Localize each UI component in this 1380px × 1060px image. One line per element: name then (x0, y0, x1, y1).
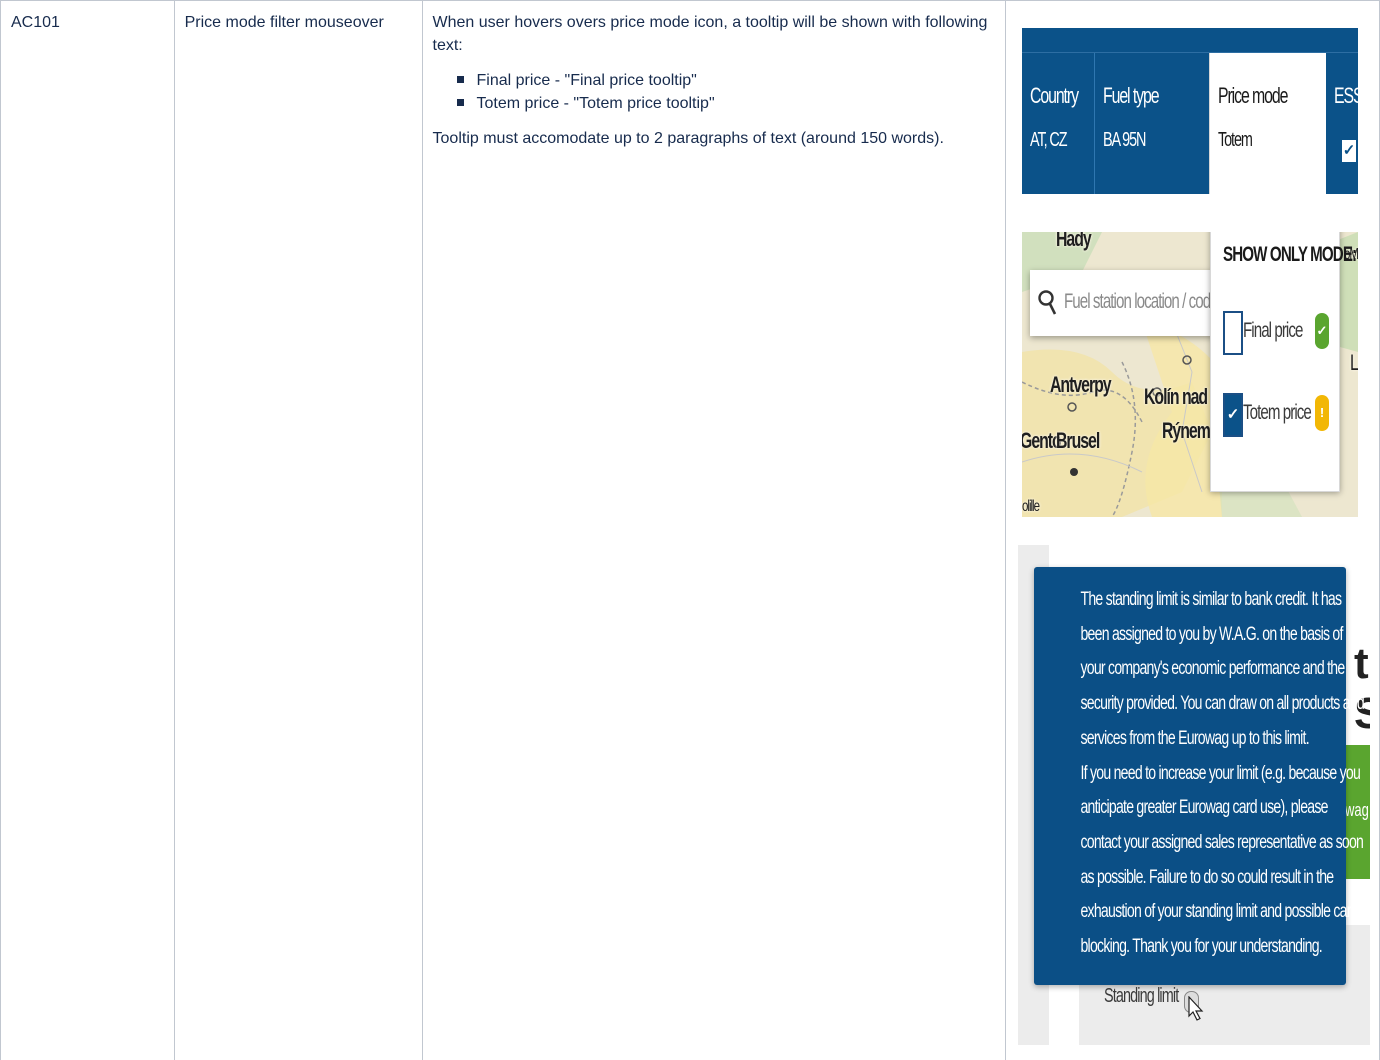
map-label-olille: olille (1022, 498, 1040, 515)
tooltip-line: If you need to increase your limit (e.g.… (1080, 762, 1361, 784)
totem-price-label[interactable]: Totem price (1243, 401, 1312, 425)
description-cell: When user hovers overs price mode icon, … (421, 0, 1006, 1060)
map-label-li: Li (1350, 350, 1358, 375)
header-screenshot: Country AT, CZ Fuel type BA 95N Price mo… (1022, 28, 1358, 194)
ess-label: ESS (1334, 83, 1358, 108)
name-cell: Price mode filter mouseover (173, 0, 423, 1060)
fuel-type-column: Fuel type BA 95N (1095, 53, 1209, 194)
exclamation-icon: ! (1315, 395, 1329, 431)
tooltip-line: The standing limit is similar to bank cr… (1080, 589, 1342, 610)
totem-price-checkbox[interactable]: ✓ (1223, 393, 1243, 437)
fuel-type-value: BA 95N (1103, 129, 1146, 151)
station-search-box[interactable]: Fuel station location / code (1030, 270, 1219, 336)
price-mode-column[interactable]: Price mode Totem (1209, 53, 1326, 194)
price-mode-value: Totem (1218, 129, 1253, 151)
standing-limit-label: Standing limit (1104, 985, 1179, 1007)
tooltip-text: The standing limit is similar to bank cr… (1042, 583, 1364, 965)
header-top-bar (1022, 28, 1358, 53)
green-button-text: wag (1345, 800, 1369, 820)
tooltip-line: anticipate greater Eurowag card use), pl… (1080, 797, 1328, 819)
requirement-description: When user hovers overs price mode icon, … (423, 1, 1005, 150)
search-icon (1038, 290, 1057, 315)
final-price-label[interactable]: Final price (1243, 319, 1303, 343)
map-label-antverpy: Antverpy (1050, 372, 1112, 397)
search-placeholder: Fuel station location / code (1064, 290, 1219, 313)
id-cell: AC101 (0, 0, 175, 1060)
price-mode-label: Price mode (1218, 83, 1288, 108)
tooltip-screenshot: t S wag The standing limit is similar to… (1018, 545, 1370, 1045)
ess-checkbox[interactable]: ✓ (1342, 140, 1356, 162)
tooltip-line: services from the Eurowag up to this lim… (1080, 727, 1309, 749)
mouse-cursor-icon (1188, 996, 1204, 1021)
tooltip-line: security provided. You can draw on all p… (1080, 693, 1364, 715)
tooltip-line: your company's economic performance and … (1080, 658, 1345, 680)
tooltip-line: as possible. Failure to do so could resu… (1080, 866, 1334, 888)
requirement-name: Price mode filter mouseover (184, 14, 384, 31)
map-label-rynem: Rýnem (1162, 418, 1211, 443)
ess-column: ESS (1326, 53, 1358, 194)
price-mode-dropdown: SHOW ONLY MODE: Final price ✓ ✓ Totem pr… (1210, 232, 1357, 492)
map-label-kolin: Kolín nad (1144, 384, 1208, 409)
bullet-totem-price: Totem price - "Totem price tooltip" (456, 92, 995, 115)
country-value: AT, CZ (1030, 129, 1068, 151)
partial-heading: t S (1354, 639, 1370, 738)
fuel-type-label: Fuel type (1103, 83, 1160, 108)
map-label-gento: Gento (1022, 428, 1062, 453)
check-icon: ✓ (1315, 313, 1329, 349)
dropdown-title: SHOW ONLY MODE: (1223, 243, 1357, 266)
tooltip-line: exhaustion of your standing limit and po… (1080, 901, 1358, 923)
tooltip-line: blocking. Thank you for your understandi… (1080, 936, 1322, 958)
tooltip-line: contact your assigned sales representati… (1080, 831, 1364, 853)
requirement-id: AC101 (11, 14, 60, 31)
map-label-hady: Hady (1056, 232, 1092, 251)
description-note: Tooltip must accomodate up to 2 paragrap… (432, 130, 944, 147)
description-bullets: Final price - "Final price tooltip" Tote… (433, 69, 995, 115)
map-label-brusel: Brusel (1056, 428, 1100, 453)
map-screenshot: Hady Antverpy Kolín nad Rýnem Gento Brus… (1022, 232, 1358, 517)
final-price-checkbox[interactable] (1223, 311, 1243, 355)
standing-limit-tooltip: The standing limit is similar to bank cr… (1034, 567, 1365, 985)
tooltip-line: been assigned to you by W.A.G. on the ba… (1080, 623, 1343, 645)
country-column: Country AT, CZ (1022, 53, 1094, 194)
country-label: Country (1030, 83, 1079, 108)
bullet-final-price: Final price - "Final price tooltip" (456, 69, 995, 92)
description-intro: When user hovers overs price mode icon, … (432, 14, 988, 54)
